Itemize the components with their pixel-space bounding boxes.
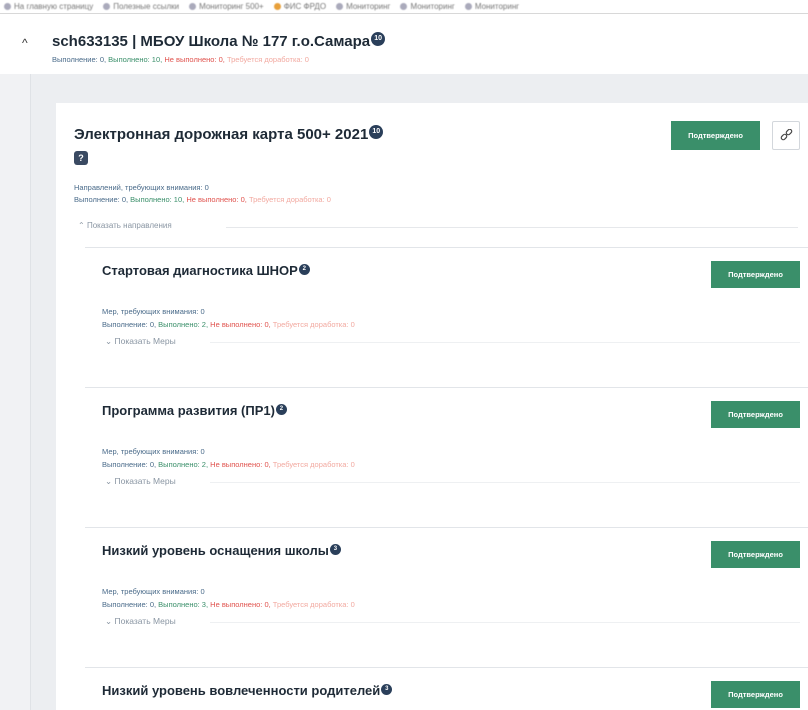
roadmap-title: Электронная дорожная карта 500+ 2021 10	[74, 125, 384, 143]
count-badge: 10	[369, 125, 384, 139]
divider	[85, 247, 808, 248]
direction-stats: Выполнение: 0, Выполнено: 2, Не выполнен…	[102, 460, 355, 469]
divider	[85, 527, 808, 528]
divider	[85, 667, 808, 668]
bookmarks-bar: На главную страницу Полезные ссылки Мони…	[0, 0, 808, 14]
count-badge: 2	[275, 403, 287, 415]
confirmed-button[interactable]: Подтверждено	[711, 681, 800, 708]
chevron-down-icon: ⌄	[105, 336, 113, 346]
school-title: sch633135 | МБОУ Школа № 177 г.о.Самара 1…	[52, 32, 386, 50]
bookmark-0[interactable]: На главную страницу	[4, 2, 93, 11]
count-badge: 10	[371, 32, 386, 46]
show-measures-toggle[interactable]: ⌄ Показать Меры	[105, 616, 176, 627]
direction-title: Низкий уровень вовлеченности родителей 3	[102, 683, 393, 698]
school-header: ^ sch633135 | МБОУ Школа № 177 г.о.Самар…	[0, 14, 808, 74]
direction-stats: Выполнение: 0, Выполнено: 3, Не выполнен…	[102, 600, 355, 609]
show-measures-toggle[interactable]: ⌄ Показать Меры	[105, 476, 176, 487]
count-badge: 3	[381, 683, 393, 695]
bookmark-2[interactable]: Мониторинг 500+	[189, 2, 264, 11]
confirmed-button[interactable]: Подтверждено	[711, 261, 800, 288]
globe-icon	[400, 3, 408, 10]
confirmed-button[interactable]: Подтверждено	[711, 401, 800, 428]
divider	[226, 227, 798, 228]
direction-title: Программа развития (ПР1) 2	[102, 403, 287, 418]
link-button[interactable]	[772, 121, 800, 150]
orange-icon	[273, 3, 281, 10]
grid-icon	[4, 3, 11, 10]
direction-item: Программа развития (ПР1) 2 Мер, требующих…	[85, 387, 808, 527]
help-icon[interactable]: ?	[74, 151, 88, 165]
chevron-up-icon: ⌃	[78, 221, 85, 230]
attention-text: Мер, требующих внимания: 0	[102, 587, 205, 596]
direction-item: Стартовая диагностика ШНОР 2 Мер, требующ…	[85, 247, 808, 387]
direction-title: Низкий уровень оснащения школы 3	[102, 543, 341, 558]
attention-text: Мер, требующих внимания: 0	[102, 307, 205, 316]
folder-icon	[103, 3, 111, 10]
show-measures-toggle[interactable]: ⌄ Показать Меры	[105, 336, 176, 347]
direction-item: Низкий уровень вовлеченности родителей 3 …	[85, 667, 808, 710]
confirmed-button[interactable]: Подтверждено	[711, 541, 800, 568]
globe-icon	[189, 3, 197, 10]
globe-icon	[336, 3, 344, 10]
confirmed-button[interactable]: Подтверждено	[671, 121, 760, 150]
divider	[210, 482, 800, 483]
attention-text: Мер, требующих внимания: 0	[102, 447, 205, 456]
bookmark-1[interactable]: Полезные ссылки	[103, 2, 179, 11]
direction-title: Стартовая диагностика ШНОР 2	[102, 263, 310, 278]
link-icon	[780, 129, 793, 141]
bookmark-3[interactable]: ФИС ФРДО	[273, 2, 326, 11]
chevron-down-icon: ⌄	[105, 476, 113, 486]
globe-icon	[464, 3, 472, 10]
divider	[85, 387, 808, 388]
bookmark-5[interactable]: Мониторинг	[400, 2, 455, 11]
direction-stats: Выполнение: 0, Выполнено: 2, Не выполнен…	[102, 320, 355, 329]
divider	[210, 622, 800, 623]
school-stats: Выполнение: 0, Выполнено: 10, Не выполне…	[52, 55, 309, 64]
roadmap-card: Электронная дорожная карта 500+ 2021 10 ?…	[56, 103, 808, 710]
chevron-up-icon[interactable]: ^	[22, 36, 28, 50]
show-directions-toggle[interactable]: ⌃ Показать направления	[78, 221, 172, 230]
bookmark-4[interactable]: Мониторинг	[336, 2, 390, 11]
divider	[210, 342, 800, 343]
chevron-down-icon: ⌄	[105, 616, 113, 626]
attention-text: Направлений, требующих внимания: 0	[74, 183, 209, 192]
count-badge: 2	[298, 263, 310, 275]
count-badge: 3	[329, 543, 341, 555]
roadmap-stats: Выполнение: 0, Выполнено: 10, Не выполне…	[74, 195, 331, 204]
bookmark-6[interactable]: Мониторинг	[464, 2, 519, 11]
direction-item: Низкий уровень оснащения школы 3 Мер, тре…	[85, 527, 808, 667]
